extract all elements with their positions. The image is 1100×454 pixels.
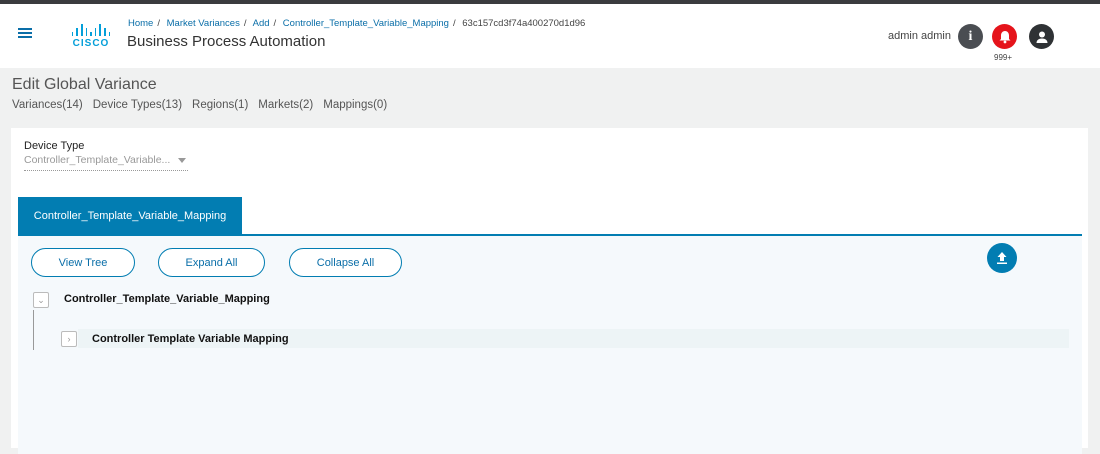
view-tree-button[interactable]: View Tree [31, 248, 135, 277]
app-title: Business Process Automation [127, 33, 326, 50]
stat-mappings: Mappings(0) [323, 99, 388, 111]
variance-card: Device Type Controller_Template_Variable… [11, 128, 1088, 454]
tab-controller-template[interactable]: Controller_Template_Variable_Mapping [18, 197, 242, 234]
breadcrumb-add[interactable]: Add [253, 18, 270, 29]
stat-markets: Markets(2) [258, 99, 314, 111]
tree-connector [33, 310, 34, 350]
caret-down-icon [178, 158, 186, 163]
tab-panel: View Tree Expand All Collapse All ⌄ Cont… [18, 234, 1082, 454]
info-icon[interactable]: i [958, 24, 983, 49]
breadcrumb-market-variances[interactable]: Market Variances [167, 18, 240, 29]
device-type-label: Device Type [24, 140, 85, 152]
expand-node-toggle[interactable]: › [61, 331, 77, 347]
tree-child-node[interactable]: Controller Template Variable Mapping [92, 333, 289, 345]
menu-icon[interactable] [18, 28, 32, 38]
stat-variances: Variances(14) [12, 99, 83, 111]
collapse-node-toggle[interactable]: ⌄ [33, 292, 49, 308]
breadcrumb: Home / Market Variances / Add / Controller_… [128, 18, 586, 29]
cisco-logo[interactable]: CISCO [68, 24, 114, 49]
page-title: Edit Global Variance [12, 76, 157, 93]
upload-icon[interactable] [987, 243, 1017, 273]
collapse-all-button[interactable]: Collapse All [289, 248, 402, 277]
notification-count: 999+ [994, 53, 1013, 62]
breadcrumb-home[interactable]: Home [128, 18, 153, 29]
user-avatar-icon[interactable] [1029, 24, 1054, 49]
tree-root-node[interactable]: Controller_Template_Variable_Mapping [64, 293, 270, 305]
bell-icon[interactable] [992, 24, 1017, 49]
breadcrumb-template[interactable]: Controller_Template_Variable_Mapping [283, 18, 449, 29]
breadcrumb-current: 63c157cd3f74a400270d1d96 [462, 18, 586, 29]
variance-stats: Variances(14) Device Types(13) Regions(1… [12, 99, 387, 111]
stat-device-types: Device Types(13) [92, 99, 183, 111]
app-header: CISCO Home / Market Variances / Add / Contr… [0, 4, 1100, 68]
expand-all-button[interactable]: Expand All [158, 248, 265, 277]
device-type-select[interactable]: Controller_Template_Variable... [24, 154, 188, 171]
stat-regions: Regions(1) [192, 99, 249, 111]
user-name[interactable]: admin admin [888, 30, 951, 42]
